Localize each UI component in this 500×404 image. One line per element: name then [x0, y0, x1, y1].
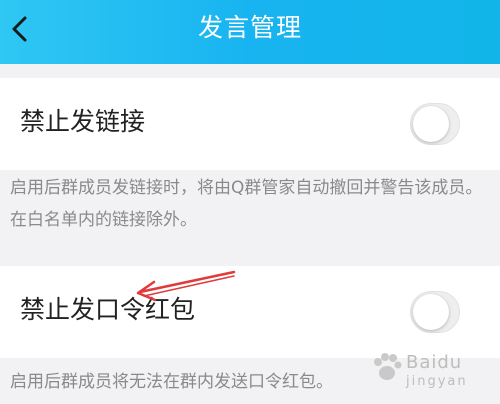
watermark: Baidu jingyan — [370, 350, 490, 398]
toggle-block-links[interactable] — [410, 103, 460, 145]
watermark-sub: jingyan — [406, 374, 468, 389]
toggle-block-password-redpacket[interactable] — [410, 291, 460, 333]
setting-row-block-password-redpacket: 禁止发口令红包 — [0, 266, 500, 358]
red-arrow-annotation — [136, 270, 236, 302]
page-title: 发言管理 — [197, 13, 302, 42]
setting-label-block-links: 禁止发链接 — [20, 107, 146, 136]
watermark-brand: Baidu — [406, 352, 463, 373]
setting-description-block-links: 启用后群成员发链接时，将由Q群管家自动撤回并警告该成员。在白名单内的链接除外。 — [10, 178, 483, 230]
toggle-knob — [413, 106, 449, 142]
paw-icon — [374, 353, 402, 380]
header-bar: 发言管理 — [0, 0, 500, 64]
setting-row-block-links: 禁止发链接 — [0, 78, 500, 170]
toggle-knob — [413, 294, 449, 330]
